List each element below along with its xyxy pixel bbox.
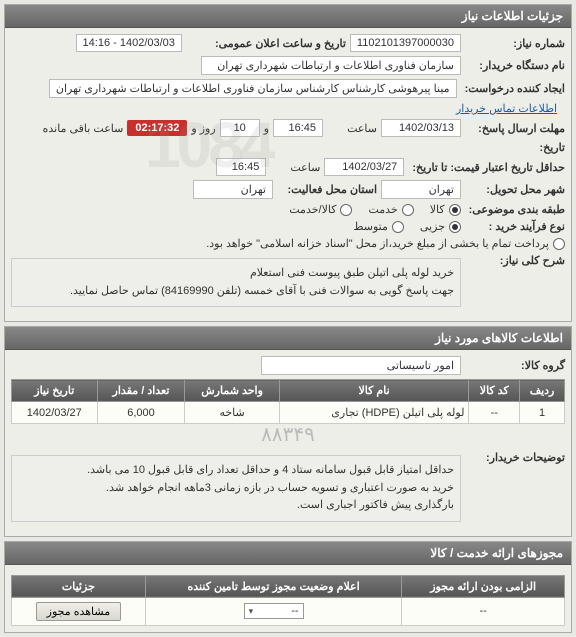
table-row[interactable]: -- -- ▾ مشاهده مجوز (12, 597, 565, 625)
radio-medium[interactable] (392, 221, 404, 233)
radio-service-label: خدمت (368, 203, 397, 216)
radio-goods-label: کالا (430, 203, 445, 216)
radio-partial-label: جزیی (420, 220, 445, 233)
days-value: 10 (220, 119, 260, 137)
permits-table: الزامی بودن ارائه مجوز اعلام وضعیت مجوز … (11, 575, 565, 626)
deadline-time: 16:45 (273, 119, 323, 137)
radio-both-label: کالا/خدمت (289, 203, 336, 216)
ptype-label: نوع فرآیند خرید : (465, 220, 565, 233)
hist-label: تاریخ: (465, 141, 565, 154)
radio-both[interactable] (340, 204, 352, 216)
need-no-label: شماره نیاز: (465, 37, 565, 50)
time-label-1: ساعت (327, 122, 377, 135)
cell-status: -- ▾ (145, 597, 402, 625)
col-status: اعلام وضعیت مجوز توسط تامین کننده (145, 575, 402, 597)
col-details: جزئیات (12, 575, 146, 597)
valid-label: حداقل تاریخ اعتبار قیمت: تا تاریخ: (408, 161, 565, 174)
cell-qty: 6,000 (97, 402, 185, 424)
table-row[interactable]: 1 -- لوله پلی اتیلن (HDPE) تجاری شاخه 6,… (12, 402, 565, 424)
col-date: تاریخ نیاز (12, 380, 98, 402)
status-select-value: -- (291, 605, 298, 617)
status-select[interactable]: -- ▾ (244, 603, 304, 619)
cell-mandatory: -- (402, 597, 565, 625)
permits-panel-title: مجوزهای ارائه خدمت / کالا (5, 542, 571, 565)
need-details-panel: جزئیات اطلاعات نیاز 1084 شماره نیاز: 110… (4, 4, 572, 322)
goods-table: ردیف کد کالا نام کالا واحد شمارش تعداد /… (11, 379, 565, 424)
ptype-radio-group: جزیی متوسط (353, 220, 461, 233)
col-mandatory: الزامی بودن ارائه مجوز (402, 575, 565, 597)
valid-date: 1402/03/27 (324, 158, 404, 176)
summary-label: شرح کلی نیاز: (465, 254, 565, 267)
category-label: طبقه بندی موضوعی: (465, 203, 565, 216)
notes-text: حداقل امتیاز قابل قبول سامانه ستاد 4 و ح… (11, 455, 461, 522)
col-code: کد کالا (469, 380, 520, 402)
cell-date: 1402/03/27 (12, 402, 98, 424)
cell-name: لوله پلی اتیلن (HDPE) تجاری (279, 402, 469, 424)
creator-value: مینا پیرهوشی کارشناس کارشناس سازمان فناو… (49, 79, 457, 98)
chevron-down-icon: ▾ (249, 606, 254, 617)
col-row: ردیف (520, 380, 565, 402)
goods-panel: اطلاعات کالاهای مورد نیاز گروه کالا: امو… (4, 326, 572, 537)
cell-unit: شاخه (185, 402, 279, 424)
phone-strip: ۸۸۳۴۹ (11, 422, 565, 447)
group-value: امور تاسیساتی (261, 356, 461, 375)
deadline-label: مهلت ارسال پاسخ: (465, 122, 565, 135)
cell-row: 1 (520, 402, 565, 424)
summary-text: خرید لوله پلی اتیلن طبق پیوست فنی استعلا… (11, 258, 461, 307)
remain-label: ساعت باقی مانده (43, 122, 124, 135)
radio-service[interactable] (402, 204, 414, 216)
notes-label: توضیحات خریدار: (465, 451, 565, 464)
buyer-contact-link[interactable]: اطلاعات تماس خریدار (456, 102, 557, 115)
activity-loc-label: استان محل فعالیت: (277, 183, 377, 196)
delivery-loc-value: تهران (381, 180, 461, 199)
countdown-timer: 02:17:32 (127, 120, 187, 136)
view-permit-button[interactable]: مشاهده مجوز (36, 602, 121, 621)
deadline-date: 1402/03/13 (381, 119, 461, 137)
and-label: و (264, 122, 269, 135)
days-label: روز و (191, 122, 215, 135)
radio-medium-label: متوسط (353, 220, 388, 233)
announce-label: تاریخ و ساعت اعلان عمومی: (186, 37, 346, 50)
radio-partial[interactable] (449, 221, 461, 233)
cell-code: -- (469, 402, 520, 424)
buyer-label: نام دستگاه خریدار: (465, 59, 565, 72)
category-radio-group: کالا خدمت کالا/خدمت (289, 203, 460, 216)
buyer-value: سازمان فناوری اطلاعات و ارتباطات شهرداری… (201, 56, 461, 75)
valid-time: 16:45 (216, 158, 266, 176)
payment-note: پرداخت تمام یا بخشی از مبلغ خرید،از محل … (206, 237, 549, 250)
time-label-2: ساعت (270, 161, 320, 174)
permits-panel: مجوزهای ارائه خدمت / کالا الزامی بودن ار… (4, 541, 572, 633)
cell-details: مشاهده مجوز (12, 597, 146, 625)
col-qty: تعداد / مقدار (97, 380, 185, 402)
goods-panel-title: اطلاعات کالاهای مورد نیاز (5, 327, 571, 350)
panel-title: جزئیات اطلاعات نیاز (5, 5, 571, 28)
activity-loc-value: تهران (193, 180, 273, 199)
group-label: گروه کالا: (465, 359, 565, 372)
announce-value: 1402/03/03 - 14:16 (76, 34, 182, 52)
delivery-loc-label: شهر محل تحویل: (465, 183, 565, 196)
need-no-value: 1102101397000030 (350, 34, 461, 52)
radio-payment-note[interactable] (553, 238, 565, 250)
col-unit: واحد شمارش (185, 380, 279, 402)
creator-label: ایجاد کننده درخواست: (461, 82, 565, 95)
radio-goods[interactable] (449, 204, 461, 216)
col-name: نام کالا (279, 380, 469, 402)
